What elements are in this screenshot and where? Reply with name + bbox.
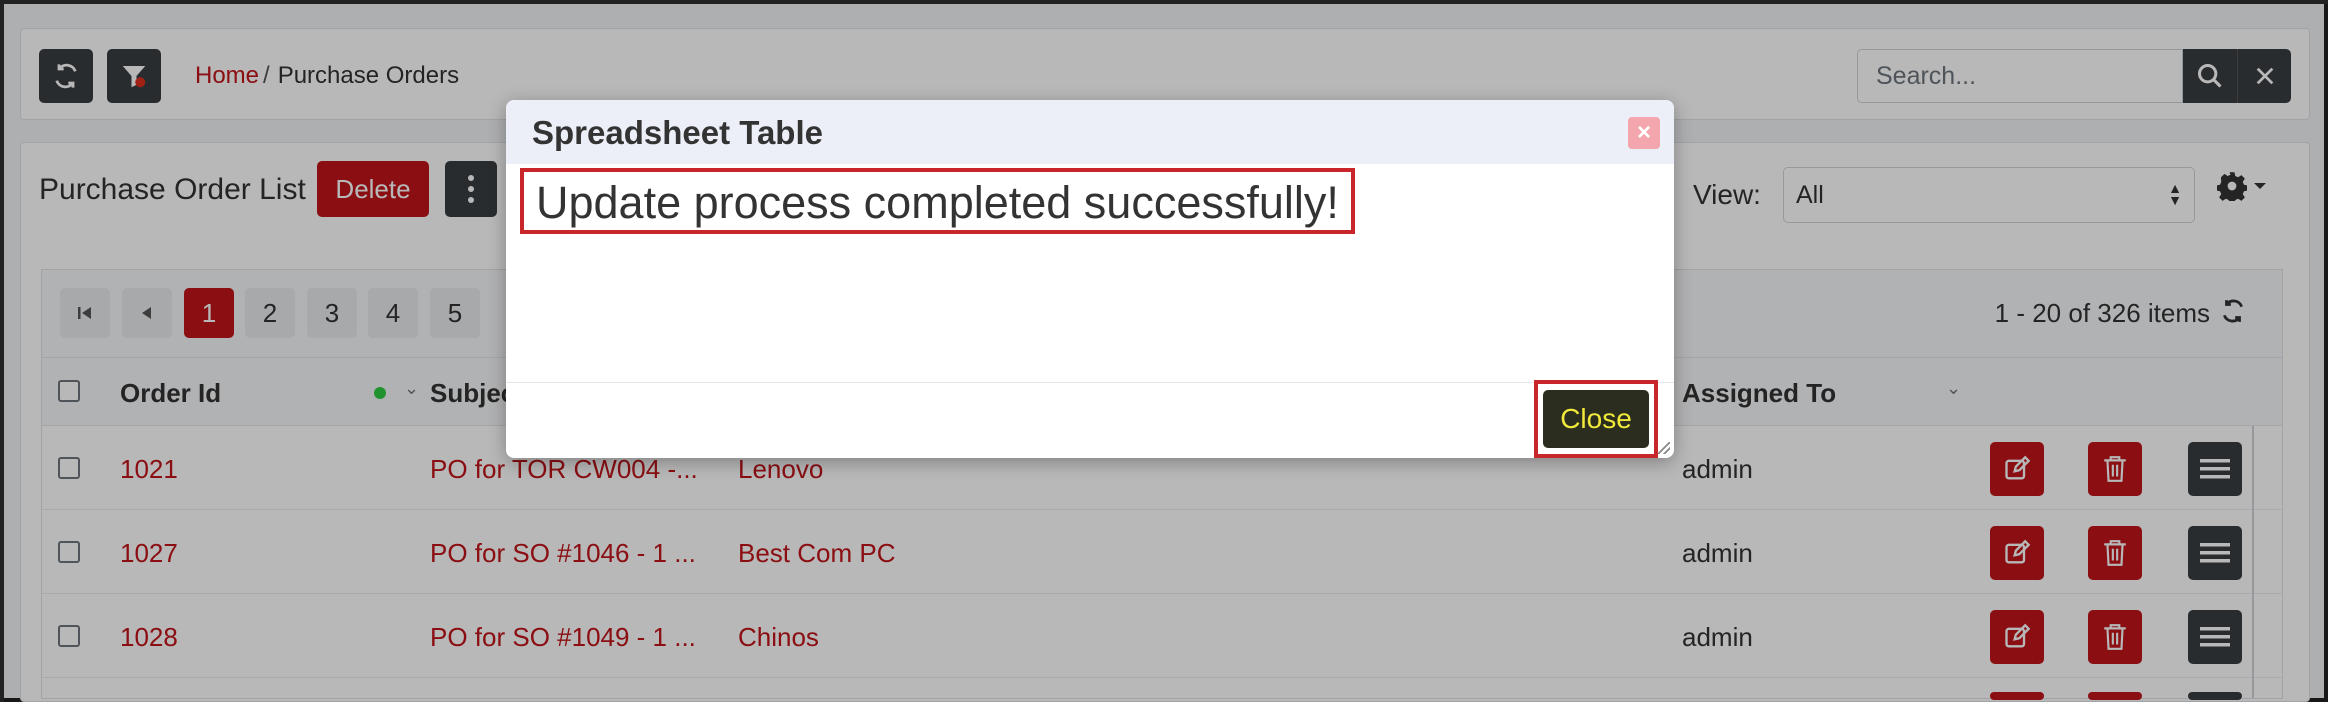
spreadsheet-table-dialog: Spreadsheet Table × Update process compl… <box>506 100 1674 458</box>
success-message: Update process completed successfully! <box>520 168 1355 234</box>
close-button[interactable]: Close <box>1543 390 1649 448</box>
dialog-title: Spreadsheet Table <box>532 114 823 151</box>
resize-handle-icon[interactable] <box>1658 442 1670 454</box>
dialog-close-x-button[interactable]: × <box>1628 117 1660 149</box>
close-button-highlight: Close <box>1534 380 1658 458</box>
dialog-header: Spreadsheet Table × <box>506 100 1674 164</box>
dialog-footer-divider <box>506 382 1674 383</box>
